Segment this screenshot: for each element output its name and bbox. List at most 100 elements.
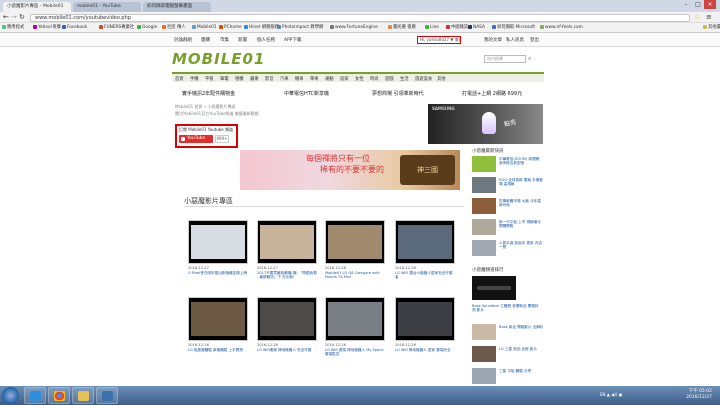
ranking-thumbnail[interactable]: [472, 368, 496, 384]
bookmark-item[interactable]: 如何擷取 Microsoft: [492, 24, 535, 32]
bookmark-item[interactable]: www.FortuneEngine: [330, 24, 378, 32]
bookmark-item[interactable]: Mobile01: [192, 24, 217, 32]
category-link[interactable]: 生活: [400, 76, 409, 82]
url-input[interactable]: www.mobile01.com/youtubevideo.php: [30, 13, 690, 22]
menu-icon[interactable]: ≡: [706, 13, 712, 21]
bookmark-item[interactable]: Hinet 網路服務: [244, 24, 279, 32]
bookmark-item[interactable]: 社區 傳人: [162, 24, 186, 32]
bookmark-item[interactable]: PChome: [219, 24, 242, 32]
ranking-title-link[interactable]: Bose 新品 開箱影片 全解析: [499, 325, 544, 329]
category-link[interactable]: 筆電: [220, 76, 229, 82]
ranking-caption[interactable]: Bose Soundbar 立體聲 音響新品 開箱評測 影片: [472, 304, 540, 313]
video-thumbnail[interactable]: [257, 297, 317, 341]
search-icon[interactable]: ⌕: [528, 55, 531, 63]
user-menu[interactable]: Hi, yahoo8027 ▼ 會員中心: [417, 36, 461, 44]
category-link[interactable]: 時尚: [370, 76, 379, 82]
promo-link[interactable]: 夢想商場 引領革新時代: [372, 90, 424, 97]
news-thumbnail[interactable]: [472, 156, 496, 172]
video-title-link[interactable]: LG Wifi 遠端 掃地機器人 My Space 雲端監控: [325, 348, 385, 357]
ranking-top-thumb[interactable]: [472, 276, 516, 300]
category-link[interactable]: 相機: [235, 76, 244, 82]
bookmark-item[interactable]: 中國雜誌: [446, 24, 468, 32]
bookmark-item[interactable]: Yahoo!奇摩: [33, 24, 61, 32]
category-link[interactable]: 蘋果: [250, 76, 259, 82]
forward-icon[interactable]: →: [11, 13, 17, 21]
bookmark-item[interactable]: 其他書籤: [703, 24, 720, 32]
video-title-link[interactable]: LG Wifi連線 掃地機器人 安全守護: [257, 348, 317, 352]
bookmark-item[interactable]: www.nf-feels.com: [540, 24, 583, 32]
topnav-link[interactable]: 團購: [201, 37, 210, 43]
video-title-link[interactable]: 2017不要買最新轉機(機) 「再跟我看 - 最新戰況」下 先比較!: [257, 271, 317, 280]
system-tray[interactable]: EN ▲ ◀)) ▣: [600, 392, 622, 397]
news-thumbnail[interactable]: [472, 219, 496, 235]
video-thumbnail[interactable]: [395, 297, 455, 341]
bookmark-item[interactable]: Photoimpact 教學網: [277, 24, 323, 32]
game-banner-ad[interactable]: 每個禪將只有一位 稀有的不要不要的 神三國: [240, 150, 460, 190]
ranking-thumbnail[interactable]: [472, 324, 496, 340]
bookmark-item[interactable]: Line: [425, 24, 439, 32]
reload-icon[interactable]: ↻: [19, 13, 25, 21]
topnav-link[interactable]: APP下載: [284, 37, 302, 43]
video-thumbnail[interactable]: [325, 297, 385, 341]
promo-link[interactable]: 中華電信HTC新享機: [284, 90, 329, 97]
video-title-link[interactable]: Mobile01 LG Q6 Compare with Polaris TX-M…: [325, 271, 385, 280]
news-title-link[interactable]: 新一代平板 上市 規格曝光 預購開跑: [499, 220, 544, 229]
video-title-link[interactable]: LG 吸塵器體驗 新機體驗 上手實測: [188, 348, 248, 352]
taskbar-clock[interactable]: 下午 05:02 2016/12/27: [672, 389, 712, 401]
site-search-input[interactable]: 站內搜尋: [484, 55, 526, 63]
maximize-icon[interactable]: □: [692, 0, 704, 9]
bookmark-item[interactable]: Google: [137, 24, 157, 32]
topnav-link[interactable]: 私人訊息: [506, 37, 524, 43]
video-thumbnail[interactable]: [257, 220, 317, 264]
taskbar-folder-icon[interactable]: [72, 387, 94, 404]
taskbar-ie-icon[interactable]: [24, 387, 46, 404]
news-thumbnail[interactable]: [472, 240, 496, 256]
topnav-link[interactable]: 討論群組: [174, 37, 192, 43]
back-icon[interactable]: ←: [3, 13, 9, 21]
logout-link[interactable]: 登出: [530, 37, 539, 43]
topnav-link[interactable]: 我的文章: [484, 37, 502, 43]
category-link[interactable]: 手機: [190, 76, 199, 82]
video-thumbnail[interactable]: [325, 220, 385, 264]
category-link[interactable]: 遊戲: [385, 76, 394, 82]
ranking-title-link[interactable]: 三星 平板 體驗 分享: [499, 369, 544, 373]
video-thumbnail[interactable]: [188, 297, 248, 341]
topnav-link[interactable]: 個人任務: [257, 37, 275, 43]
news-title-link[interactable]: 中華電信(ZOOM) 新聞稿 宣佈推出新型號: [499, 157, 544, 166]
minimize-icon[interactable]: –: [680, 0, 692, 9]
video-title-link[interactable]: G Pixel會在明年推出新機種並傳上牌: [188, 271, 248, 275]
video-thumbnail[interactable]: [188, 220, 248, 264]
category-link[interactable]: 運動: [325, 76, 334, 82]
news-title-link[interactable]: 防毒軟體市場 大廠 今年重新布局: [499, 199, 544, 208]
news-title-link[interactable]: 人氣手遊 新版本 更新 內容一覽: [499, 241, 544, 250]
video-title-link[interactable]: LG WiFi 雲台小機器人居家安全守護者: [395, 271, 455, 280]
category-link[interactable]: 機車: [295, 76, 304, 82]
youtube-subscribe-button[interactable]: YouTube: [179, 135, 213, 143]
tab-screenshot-howto[interactable]: 如何擷取電腦螢幕畫面: [143, 2, 211, 12]
ranking-thumbnail[interactable]: [472, 346, 496, 362]
start-button[interactable]: [2, 387, 19, 404]
category-link[interactable]: 汽車: [280, 76, 289, 82]
video-title-link[interactable]: LG Wifi 掃地機器人 居家 雲端安全: [395, 348, 455, 352]
category-link[interactable]: 單車: [310, 76, 319, 82]
category-link[interactable]: 平板: [205, 76, 214, 82]
topnav-link[interactable]: 新聞: [238, 37, 247, 43]
category-link[interactable]: 旅遊美食: [415, 76, 432, 82]
promo-link[interactable]: 打電話+上網 2網路 699元: [462, 90, 522, 97]
tab-youtube[interactable]: mobile01 - YouTube: [73, 2, 141, 12]
bookmark-item[interactable]: NASA: [468, 24, 485, 32]
promo-link[interactable]: 實手機訊2年配件購物金: [182, 90, 235, 97]
bookmark-star-icon[interactable]: ☆: [694, 13, 700, 21]
category-link[interactable]: 其他: [437, 76, 446, 82]
category-link[interactable]: 首頁: [175, 76, 184, 82]
tab-mobile01-video[interactable]: 小惡魔影片專區 - Mobile01: [3, 2, 71, 12]
site-logo[interactable]: MOBILE01: [172, 50, 265, 68]
ranking-title-link[interactable]: LG 三星 新品 比較 影片: [499, 347, 544, 351]
taskbar-chrome-icon[interactable]: [48, 387, 70, 404]
news-thumbnail[interactable]: [472, 177, 496, 193]
video-thumbnail[interactable]: [395, 220, 455, 264]
bookmark-item[interactable]: FUNERS專業社: [99, 24, 134, 32]
bookmark-item[interactable]: Facebook: [62, 24, 87, 32]
bookmark-item[interactable]: 農民曆 夜曆: [388, 24, 416, 32]
category-link[interactable]: 影音: [265, 76, 274, 82]
